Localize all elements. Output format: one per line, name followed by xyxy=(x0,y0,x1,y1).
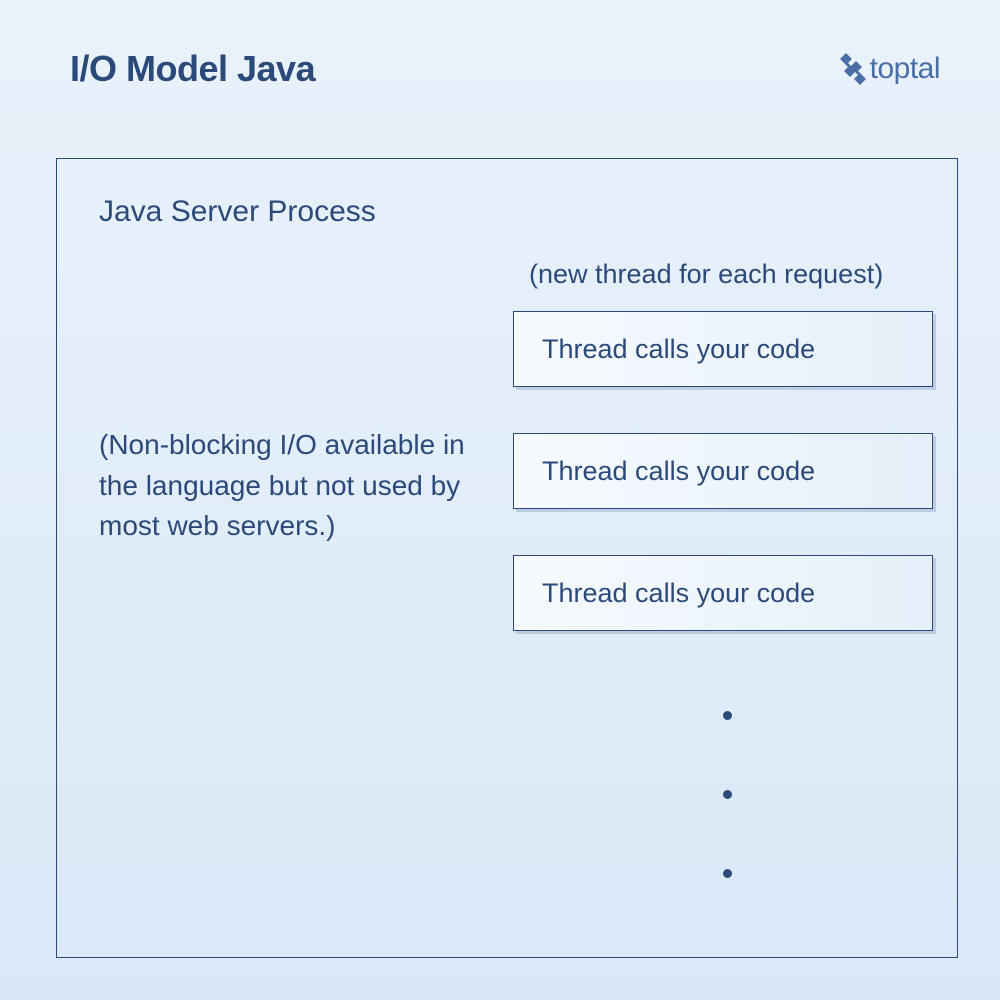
brand-logo: toptal xyxy=(840,52,940,86)
dot-icon xyxy=(723,869,732,878)
ellipsis-dots xyxy=(723,711,732,878)
thread-subtitle: (new thread for each request) xyxy=(529,259,883,290)
brand-name: toptal xyxy=(870,52,940,86)
dot-icon xyxy=(723,711,732,720)
process-title: Java Server Process xyxy=(57,159,957,229)
java-server-process-box: Java Server Process (new thread for each… xyxy=(56,158,958,958)
thread-box: Thread calls your code xyxy=(513,433,933,509)
toptal-icon xyxy=(840,53,866,85)
thread-box: Thread calls your code xyxy=(513,555,933,631)
nonblocking-note: (Non-blocking I/O available in the langu… xyxy=(99,425,469,547)
dot-icon xyxy=(723,790,732,799)
thread-list: Thread calls your code Thread calls your… xyxy=(513,311,933,677)
thread-box: Thread calls your code xyxy=(513,311,933,387)
page-title: I/O Model Java xyxy=(70,48,315,90)
header: I/O Model Java toptal xyxy=(0,0,1000,90)
